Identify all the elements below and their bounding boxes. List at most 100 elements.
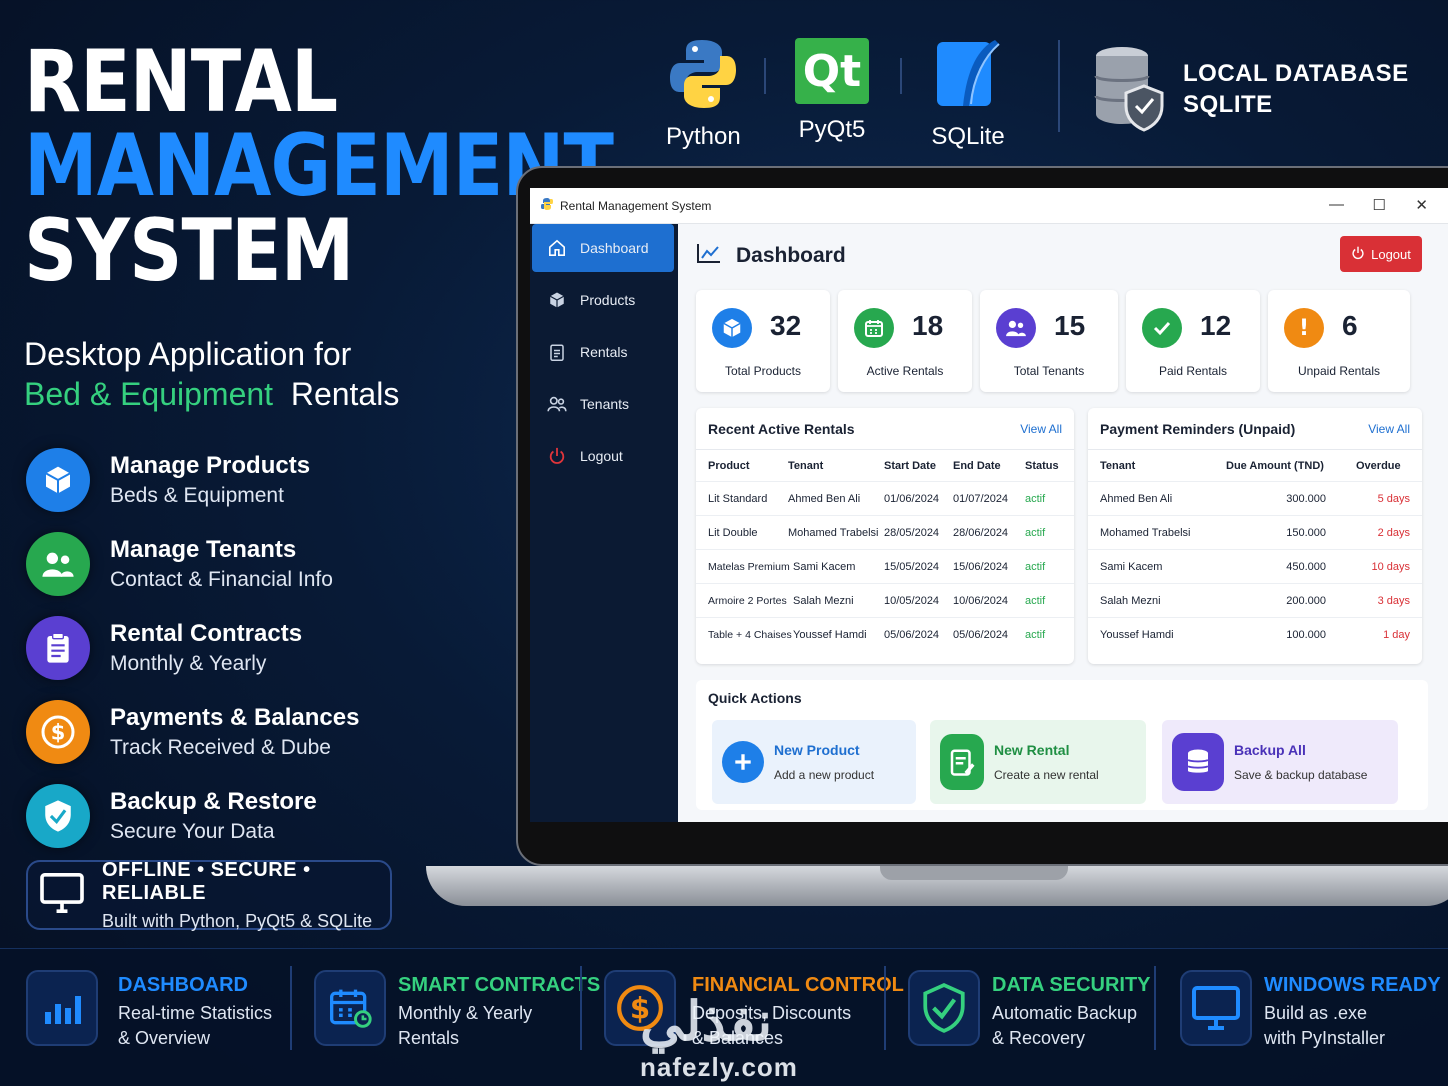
table-row[interactable]: Armoire 2 Portes Salah Mezni 10/05/2024 10/… — [696, 584, 1074, 618]
bottom-feature-contracts: SMART CONTRACTS Monthly & Yearly Rentals — [314, 970, 600, 1051]
window-titlebar: Rental Management System — ☐ ✕ — [530, 188, 1448, 224]
cell: Youssef Hamdi — [1100, 629, 1174, 641]
bottom-sub: Automatic Backup — [992, 1003, 1138, 1023]
cell: Armoire 2 Portes — [708, 594, 787, 607]
sidebar: Dashboard Products Rentals Tenants Logou… — [530, 224, 678, 822]
bottom-sub: & Recovery — [992, 1028, 1086, 1048]
localdb-line-1: LOCAL DATABASE — [1183, 60, 1409, 87]
close-button[interactable]: ✕ — [1415, 196, 1428, 214]
feature-sub: Contact & Financial Info — [110, 568, 333, 591]
plus-icon — [722, 741, 764, 783]
status-cell: actif — [1025, 492, 1046, 505]
col-header: Overdue — [1356, 459, 1401, 472]
stat-label: Total Products — [724, 364, 802, 378]
stat-total-tenants: 15 Total Tenants — [980, 290, 1118, 392]
nav-tenants[interactable]: Tenants — [532, 380, 674, 428]
main-content: Dashboard Logout 32 Total Products 18 Ac… — [678, 224, 1448, 822]
cell: 05/06/2024 — [884, 629, 940, 641]
divider — [1058, 40, 1060, 132]
stats-row: 32 Total Products 18 Active Rentals 15 T… — [696, 290, 1410, 392]
table-row[interactable]: Mohamed Trabelsi 150.000 2 days — [1088, 516, 1422, 550]
logout-label: Logout — [1371, 246, 1411, 262]
exclamation-icon: ! — [1284, 308, 1324, 348]
laptop-notch — [880, 866, 1068, 880]
table-row[interactable]: Matelas Premium Sami Kacem 15/05/2024 15/06… — [696, 550, 1074, 584]
quick-sub: Create a new rental — [994, 768, 1099, 782]
bottom-feature-dashboard: DASHBOARD Real-time Statistics & Overview — [26, 970, 272, 1051]
svg-text:$: $ — [51, 721, 66, 745]
nav-products[interactable]: Products — [532, 276, 674, 324]
table-row[interactable]: Ahmed Ben Ali 300.000 5 days — [1088, 482, 1422, 516]
feature-sub: Monthly & Yearly — [110, 652, 267, 675]
watermark-arabic: نفذلي — [640, 992, 773, 1052]
panel-title: Recent Active Rentals — [708, 420, 855, 437]
backup-all-button[interactable]: Backup All Save & backup database — [1162, 720, 1398, 804]
table-row[interactable]: Sami Kacem 450.000 10 days — [1088, 550, 1422, 584]
quick-actions-panel: Quick Actions New Product Add a new produ… — [696, 680, 1428, 810]
hero-subtitle: Desktop Application for Bed & Equipment … — [24, 334, 399, 414]
local-database-label: LOCAL DATABASE SQLITE — [1183, 58, 1409, 120]
quick-title: New Rental — [994, 742, 1070, 758]
cell: 15/06/2024 — [953, 560, 1009, 573]
cell: 450.000 — [1286, 560, 1326, 573]
divider — [884, 966, 886, 1050]
feature-contracts: Rental Contracts Monthly & Yearly — [26, 606, 359, 690]
cell: Sami Kacem — [1100, 560, 1163, 573]
database-shield-icon — [1092, 44, 1166, 137]
table-row[interactable]: Lit Double Mohamed Trabelsi 28/05/2024 28/0… — [696, 516, 1074, 550]
col-header: Product — [708, 459, 750, 472]
bottom-sub: Monthly & Yearly — [398, 1003, 533, 1023]
maximize-button[interactable]: ☐ — [1373, 196, 1386, 214]
sqlite-feather-icon — [933, 40, 1003, 116]
check-icon — [1142, 308, 1182, 348]
overdue-cell: 3 days — [1377, 594, 1410, 607]
col-header: Start Date — [884, 459, 936, 472]
bottom-title: SMART CONTRACTS — [398, 974, 601, 996]
new-product-button[interactable]: New Product Add a new product — [712, 720, 916, 804]
cell: Sami Kacem — [793, 560, 856, 573]
table-row[interactable]: Youssef Hamdi 100.000 1 day — [1088, 618, 1422, 652]
quick-title: Backup All — [1234, 742, 1306, 758]
divider — [290, 966, 292, 1050]
calendar-icon — [314, 970, 386, 1046]
cell: 15/05/2024 — [884, 560, 940, 573]
col-header: Status — [1025, 459, 1059, 472]
subtitle-line-1: Desktop Application for — [24, 336, 352, 372]
nav-logout[interactable]: Logout — [532, 432, 674, 480]
logout-button[interactable]: Logout — [1340, 236, 1422, 272]
tech-python: Python — [666, 38, 741, 151]
shield-check-icon — [908, 970, 980, 1046]
nav-dashboard[interactable]: Dashboard — [532, 224, 674, 272]
nav-label: Tenants — [580, 396, 630, 412]
status-cell: actif — [1025, 594, 1046, 607]
stat-label: Active Rentals — [866, 364, 944, 378]
cell: 10/05/2024 — [884, 594, 940, 607]
page-header: Dashboard — [696, 242, 846, 270]
page-title: Dashboard — [736, 244, 846, 267]
bottom-sub: Real-time Statistics — [118, 1003, 273, 1023]
monitor-icon — [1180, 970, 1252, 1046]
minimize-button[interactable]: — — [1329, 196, 1344, 213]
view-all-link[interactable]: View All — [1368, 422, 1410, 436]
window-title: Rental Management System — [560, 198, 712, 213]
quick-sub: Save & backup database — [1234, 768, 1368, 782]
overdue-cell: 5 days — [1377, 492, 1410, 505]
python-icon — [668, 40, 738, 116]
status-cell: actif — [1025, 526, 1046, 539]
cell: 01/07/2024 — [953, 492, 1009, 505]
new-rental-button[interactable]: New Rental Create a new rental — [930, 720, 1146, 804]
quick-title: New Product — [774, 742, 860, 758]
nav-rentals[interactable]: Rentals — [532, 328, 674, 376]
view-all-link[interactable]: View All — [1020, 422, 1062, 436]
stat-paid-rentals: 12 Paid Rentals — [1126, 290, 1260, 392]
table-row[interactable]: Salah Mezni 200.000 3 days — [1088, 584, 1422, 618]
status-cell: actif — [1025, 560, 1046, 573]
table-row[interactable]: Table + 4 Chaises Youssef Hamdi 05/06/2024… — [696, 618, 1074, 652]
users-icon — [996, 308, 1036, 348]
table-row[interactable]: Lit Standard Ahmed Ben Ali 01/06/2024 01/07… — [696, 482, 1074, 516]
shield-check-icon — [26, 784, 90, 848]
cell: 150.000 — [1286, 526, 1326, 539]
clipboard-edit-icon — [940, 734, 984, 790]
stat-value: 18 — [912, 310, 944, 341]
table-header: Tenant Due Amount (TND) Overdue — [1088, 450, 1422, 482]
